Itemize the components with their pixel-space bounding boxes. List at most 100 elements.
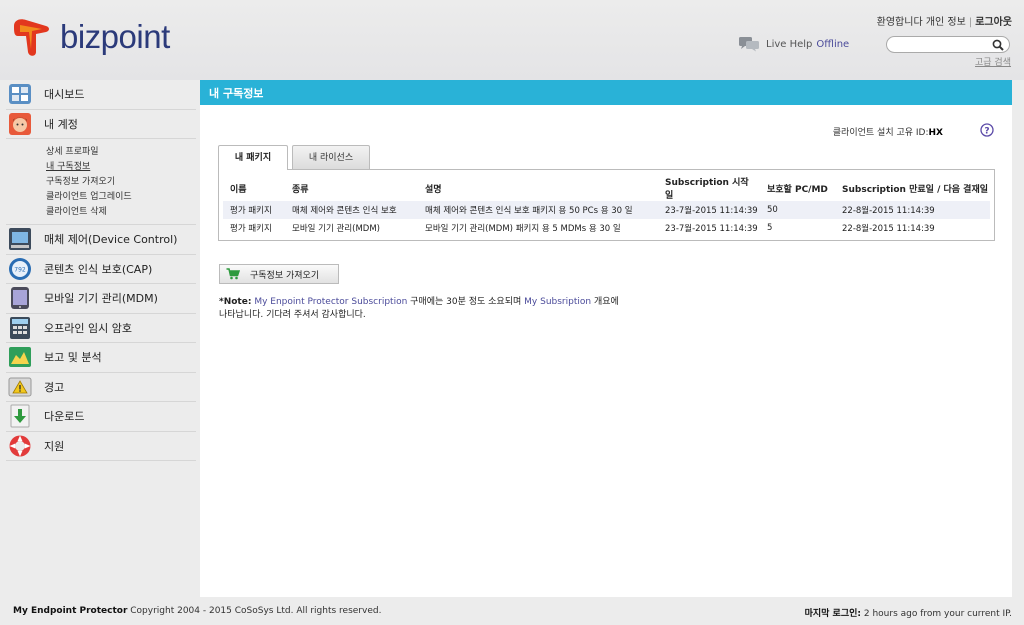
sidebar-item-label: 매체 제어(Device Control) <box>44 233 178 247</box>
note-link-subscription[interactable]: My Enpoint Protector Subscription <box>254 297 407 307</box>
main-content: 내 구독정보 클라이언트 설치 고유 ID:HX ? 내 패키지 내 라이선스 … <box>200 80 1012 597</box>
device-control-icon <box>8 227 32 251</box>
sidebar-item-my-account[interactable]: 내 계정 <box>6 110 196 139</box>
sidebar-item-mdm[interactable]: 모바일 기기 관리(MDM) <box>6 284 196 314</box>
sidebar-item-device-control[interactable]: 매체 제어(Device Control) <box>6 225 196 255</box>
column-header-protected-count: 보호할 PC/MD <box>767 184 828 195</box>
cell-protected-count: 50 <box>760 201 835 219</box>
chat-bubble-icon <box>739 37 759 52</box>
cell-type: 모바일 기기 관리(MDM) <box>292 224 380 234</box>
note-text: 구매에는 30분 정도 소요되며 <box>410 297 522 307</box>
sidebar-item-offline-password[interactable]: 오프라인 임시 암호 <box>6 314 196 343</box>
sidebar-item-reports[interactable]: 보고 및 분석 <box>6 343 196 373</box>
submenu-item-profile[interactable]: 상세 프로파일 <box>46 145 196 160</box>
live-help-label: Live Help <box>766 38 813 50</box>
note-text-end: 개요에 <box>593 297 619 307</box>
column-header-description: 설명 <box>425 184 442 195</box>
column-header-start-date: Subscription 시작 일 <box>665 178 749 201</box>
search-box <box>886 36 1010 53</box>
sidebar-item-download[interactable]: 다운로드 <box>6 402 196 432</box>
shopping-cart-icon <box>226 268 240 280</box>
column-header-expiry-date: Subscription 만료일 / 다음 결재일 <box>842 184 989 195</box>
page-title: 내 구독정보 <box>200 80 1012 105</box>
content-protection-icon: 792 <box>8 257 32 281</box>
warning-icon <box>8 375 32 399</box>
note-label: *Note: <box>219 297 252 307</box>
header: bizpoint 환영합니다 개인 정보 | 로그아웃 Live Help Offl… <box>0 0 1024 80</box>
account-submenu: 상세 프로파일 내 구독정보 구독정보 가져오기 클라이언트 업그레이드 클라이… <box>6 139 196 225</box>
cell-description: 매체 제어와 콘텐츠 인식 보호 패키지 용 50 PCs 용 30 일 <box>418 201 658 219</box>
cell-expiry-date: 22-8월-2015 11:14:39 <box>842 224 935 234</box>
submenu-item-client-delete[interactable]: 클라이언트 삭제 <box>46 205 196 220</box>
sidebar-item-label: 보고 및 분석 <box>44 351 102 365</box>
live-help[interactable]: Live Help Offline <box>738 36 849 52</box>
sidebar-item-label: 대시보드 <box>44 88 85 102</box>
sidebar-item-dashboard[interactable]: 대시보드 <box>6 80 196 110</box>
live-help-status: Offline <box>816 38 850 50</box>
search-input[interactable] <box>895 37 995 51</box>
submenu-item-client-upgrade[interactable]: 클라이언트 업그레이드 <box>46 190 196 205</box>
sidebar-item-label: 지원 <box>44 439 65 453</box>
tab-my-licenses[interactable]: 내 라이선스 <box>292 145 370 169</box>
svg-text:792: 792 <box>14 266 26 273</box>
sidebar-item-content-protection[interactable]: 792 콘텐츠 인식 보호(CAP) <box>6 255 196 284</box>
cell-expiry-date: 22-8월-2015 11:14:39 <box>835 201 990 219</box>
client-id-value: HX <box>928 128 943 138</box>
table-header-row: 이름 종류 설명 Subscription 시작 일 보호할 PC/MD Sub… <box>223 175 990 201</box>
sidebar-item-label: 다운로드 <box>44 410 85 424</box>
logout-link[interactable]: 로그아웃 <box>975 17 1012 28</box>
fetch-subscription-button[interactable]: 구독정보 가져오기 <box>219 264 339 284</box>
sidebar-item-label: 내 계정 <box>44 117 78 131</box>
welcome-text: 환영합니다 <box>876 17 923 28</box>
cell-name: 평가 패키지 <box>230 224 272 234</box>
sidebar-item-alerts[interactable]: 경고 <box>6 373 196 402</box>
cell-start-date: 23-7월-2015 11:14:39 <box>658 201 760 219</box>
sidebar-item-label: 모바일 기기 관리(MDM) <box>44 292 158 306</box>
svg-text:?: ? <box>984 127 989 137</box>
top-links: 환영합니다 개인 정보 | 로그아웃 <box>876 17 1012 28</box>
packages-panel: 이름 종류 설명 Subscription 시작 일 보호할 PC/MD Sub… <box>218 169 995 241</box>
footer-last-login: 마지막 로그인: 2 hours ago from your current I… <box>805 606 1012 619</box>
last-login-label: 마지막 로그인: <box>804 609 861 619</box>
dashboard-icon <box>8 82 32 106</box>
fetch-subscription-label: 구독정보 가져오기 <box>250 270 320 281</box>
search-icon[interactable] <box>992 39 1004 51</box>
cell-name: 평가 패키지 <box>223 201 285 219</box>
sidebar-item-label: 오프라인 임시 암호 <box>44 321 132 335</box>
offline-password-icon <box>8 316 32 340</box>
footer-copyright-text: Copyright 2004 - 2015 CoSoSys Ltd. All r… <box>130 606 382 616</box>
report-chart-icon <box>8 345 32 369</box>
tab-my-packages[interactable]: 내 패키지 <box>218 145 288 170</box>
sidebar-item-support[interactable]: 지원 <box>6 432 196 461</box>
note-link-overview[interactable]: My Subsription <box>524 297 591 307</box>
footer-product-name: My Endpoint Protector <box>13 606 128 616</box>
table-row[interactable]: 평가 패키지 매체 제어와 콘텐츠 인식 보호 매체 제어와 콘텐츠 인식 보호… <box>223 201 990 219</box>
account-avatar-icon <box>8 112 32 136</box>
tab-bar: 내 패키지 내 라이선스 <box>218 145 374 170</box>
advanced-search-link[interactable]: 고급 검색 <box>975 55 1011 68</box>
client-install-id: 클라이언트 설치 고유 ID:HX <box>833 125 943 138</box>
help-icon[interactable]: ? <box>980 123 994 137</box>
bizpoint-logo-mark-icon <box>14 19 49 56</box>
column-header-type: 종류 <box>292 184 309 195</box>
footer-copyright: My Endpoint Protector Copyright 2004 - 2… <box>13 606 381 616</box>
column-header-name: 이름 <box>230 184 247 195</box>
cell-start-date: 23-7월-2015 11:14:39 <box>665 224 758 234</box>
submenu-item-fetch-subscription[interactable]: 구독정보 가져오기 <box>46 175 196 190</box>
last-login-value: 2 hours ago from your current IP. <box>863 609 1012 619</box>
cell-type: 매체 제어와 콘텐츠 인식 보호 <box>285 201 418 219</box>
note-text-thanks: 나타납니다. 기다려 주셔서 감사합니다. <box>219 310 366 320</box>
mobile-device-icon <box>8 286 32 310</box>
table-row[interactable]: 평가 패키지 모바일 기기 관리(MDM) 모바일 기기 관리(MDM) 패키지… <box>223 219 990 237</box>
sidebar-item-label: 콘텐츠 인식 보호(CAP) <box>44 262 153 276</box>
cell-description: 모바일 기기 관리(MDM) 패키지 용 5 MDMs 용 30 일 <box>425 224 621 234</box>
support-lifebuoy-icon <box>8 434 32 458</box>
sidebar-item-label: 경고 <box>44 380 65 394</box>
sidebar: 대시보드 내 계정 상세 프로파일 내 구독정보 구독정보 가져오기 클라이언트… <box>6 80 196 461</box>
bizpoint-logo[interactable]: bizpoint <box>10 14 180 60</box>
subscription-note: *Note: My Enpoint Protector Subscription… <box>219 296 649 322</box>
subscription-table: 이름 종류 설명 Subscription 시작 일 보호할 PC/MD Sub… <box>223 175 990 237</box>
submenu-item-my-subscription[interactable]: 내 구독정보 <box>46 160 196 175</box>
profile-link[interactable]: 개인 정보 <box>926 17 966 28</box>
client-id-label: 클라이언트 설치 고유 ID: <box>832 128 929 138</box>
